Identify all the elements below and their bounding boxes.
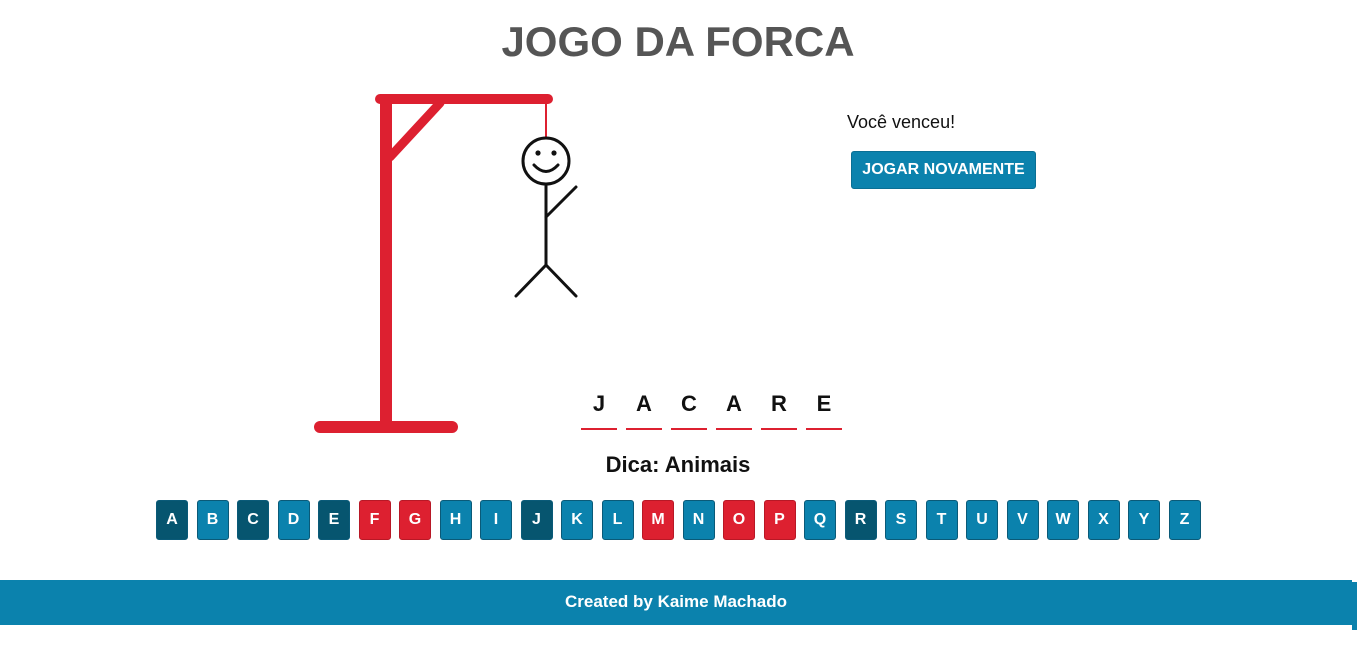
- letter-key-t[interactable]: T: [925, 500, 958, 540]
- letter-key-g[interactable]: G: [399, 500, 431, 540]
- figure-head: [521, 136, 571, 186]
- letter-key-r[interactable]: R: [844, 500, 877, 540]
- letter-key-v[interactable]: V: [1006, 500, 1039, 540]
- word-letter-slot: J: [581, 390, 617, 430]
- letter-key-l[interactable]: L: [601, 500, 634, 540]
- letter-key-k[interactable]: K: [561, 500, 593, 540]
- word-letter-slot: A: [626, 390, 662, 430]
- letter-key-a[interactable]: A: [156, 500, 188, 540]
- word-letter-slot: C: [671, 390, 707, 430]
- letter-key-m[interactable]: M: [642, 500, 674, 540]
- letter-key-z[interactable]: Z: [1168, 500, 1201, 540]
- figure-arm: [544, 185, 578, 219]
- play-again-button[interactable]: JOGAR NOVAMENTE: [851, 151, 1036, 189]
- figure-leg-left: [514, 263, 548, 298]
- page-title: JOGO DA FORCA: [501, 18, 855, 65]
- hangman-drawing: [314, 94, 578, 433]
- letter-key-u[interactable]: U: [966, 500, 998, 540]
- letter-key-i[interactable]: I: [480, 500, 512, 540]
- game-status: Você venceu!: [847, 112, 956, 132]
- footer-edge: [1352, 582, 1357, 630]
- letter-key-h[interactable]: H: [439, 500, 472, 540]
- letter-key-q[interactable]: Q: [804, 500, 836, 540]
- letter-key-o[interactable]: O: [723, 500, 755, 540]
- figure-eye-left: [535, 150, 541, 156]
- letter-key-e[interactable]: E: [318, 500, 350, 540]
- stick-figure: [514, 136, 578, 298]
- word-letter-slot: E: [806, 390, 842, 430]
- letter-key-c[interactable]: C: [237, 500, 269, 540]
- letter-key-w[interactable]: W: [1047, 500, 1079, 540]
- word-letter-slot: A: [716, 390, 752, 430]
- hint-text: Dica: Animais: [605, 452, 751, 477]
- gallows-brace: [385, 98, 445, 162]
- letter-keyboard: ABCDEFGHIJKLMNOPQRSTUVWXYZ: [0, 500, 1360, 542]
- figure-smile: [532, 163, 560, 173]
- letter-key-x[interactable]: X: [1087, 500, 1120, 540]
- word-letter-slot: R: [761, 390, 797, 430]
- letter-key-b[interactable]: B: [196, 500, 229, 540]
- letter-key-n[interactable]: N: [682, 500, 715, 540]
- footer: Created by Kaime Machado: [0, 580, 1352, 625]
- letter-key-d[interactable]: D: [277, 500, 310, 540]
- letter-key-j[interactable]: J: [520, 500, 553, 540]
- letter-key-s[interactable]: S: [885, 500, 917, 540]
- figure-leg-right: [544, 263, 578, 298]
- letter-key-f[interactable]: F: [358, 500, 391, 540]
- gallows: [314, 94, 553, 433]
- letter-key-p[interactable]: P: [763, 500, 796, 540]
- figure-eye-right: [551, 150, 557, 156]
- letter-key-y[interactable]: Y: [1128, 500, 1160, 540]
